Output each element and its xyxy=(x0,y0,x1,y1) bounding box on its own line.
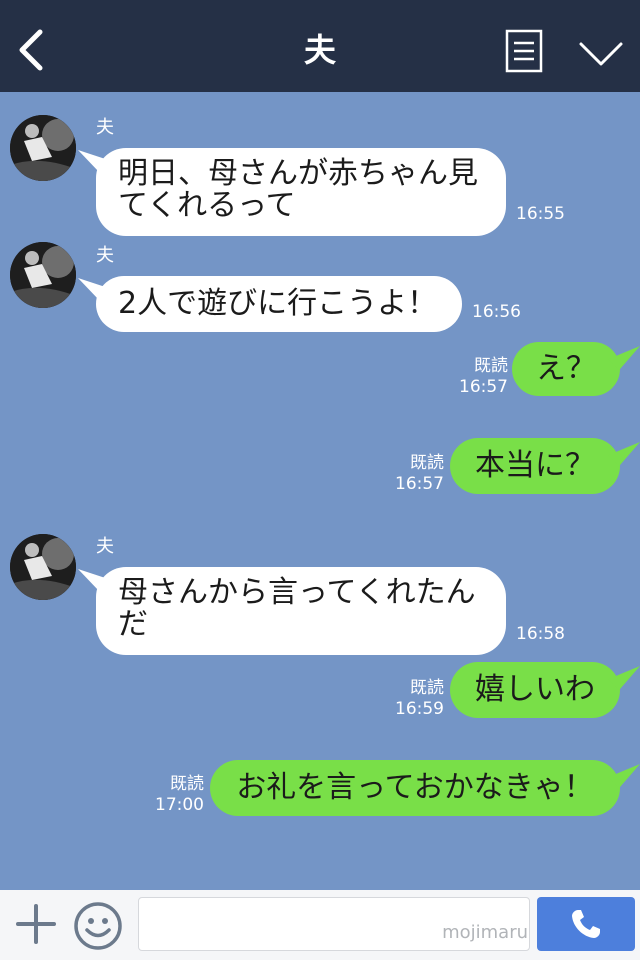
message-line: だ xyxy=(118,607,148,642)
avatar-photo-icon xyxy=(10,115,76,181)
sent-message-bubble[interactable]: お礼を言っておかなきゃ！ xyxy=(210,760,620,816)
chevron-down-icon[interactable] xyxy=(578,38,624,68)
read-receipt: 既読 16:57 xyxy=(448,356,508,398)
read-label: 既読 xyxy=(474,356,508,376)
message-time: 16:55 xyxy=(516,204,565,224)
smiley-icon[interactable] xyxy=(72,900,124,952)
message-time: 16:59 xyxy=(395,699,444,719)
message-text: 嬉しいわ xyxy=(475,672,595,707)
call-button[interactable] xyxy=(537,897,635,951)
received-message-bubble[interactable]: 2人で遊びに行こうよ！ xyxy=(96,276,462,332)
read-label: 既読 xyxy=(170,774,204,794)
sent-message-bubble[interactable]: え？ xyxy=(512,342,620,396)
read-receipt: 既読 17:00 xyxy=(140,774,204,816)
message-line: てくれるって xyxy=(118,188,296,223)
chat-title: 夫 xyxy=(303,31,336,69)
message-line: 2人で遊びに行こうよ！ xyxy=(118,286,438,321)
plus-icon[interactable] xyxy=(14,902,58,946)
sender-name: 夫 xyxy=(96,245,114,266)
watermark-text: mojimaru xyxy=(442,922,528,943)
message-time: 16:58 xyxy=(516,624,565,644)
sent-message-bubble[interactable]: 本当に？ xyxy=(450,438,620,494)
avatar[interactable] xyxy=(10,115,76,181)
message-text: お礼を言っておかなきゃ！ xyxy=(236,770,594,805)
message-text: え？ xyxy=(536,351,596,386)
message-time: 16:56 xyxy=(472,302,521,322)
read-receipt: 既読 16:59 xyxy=(380,678,444,720)
notes-icon[interactable] xyxy=(504,29,544,73)
read-receipt: 既読 16:57 xyxy=(380,453,444,495)
sent-message-bubble[interactable]: 嬉しいわ xyxy=(450,662,620,718)
message-time: 17:00 xyxy=(155,795,204,815)
avatar[interactable] xyxy=(10,534,76,600)
message-time: 16:57 xyxy=(395,474,444,494)
received-message-bubble[interactable]: 明日、母さんが赤ちゃん見 てくれるって xyxy=(96,148,506,236)
read-label: 既読 xyxy=(410,678,444,698)
phone-icon xyxy=(572,910,600,938)
message-list[interactable]: 夫 明日、母さんが赤ちゃん見 てくれるって 16:55 夫 2人で遊びに行こうよ… xyxy=(0,92,640,890)
read-label: 既読 xyxy=(410,453,444,473)
message-line: 明日、母さんが赤ちゃん見 xyxy=(118,156,478,191)
message-line: 母さんから言ってくれたん xyxy=(118,575,476,610)
avatar-photo-icon xyxy=(10,242,76,308)
chat-header: 夫 xyxy=(0,0,640,92)
message-text: 本当に？ xyxy=(475,448,595,483)
sender-name: 夫 xyxy=(96,536,114,557)
avatar[interactable] xyxy=(10,242,76,308)
sender-name: 夫 xyxy=(96,117,114,138)
received-message-bubble[interactable]: 母さんから言ってくれたん だ xyxy=(96,567,506,655)
message-time: 16:57 xyxy=(459,377,508,397)
avatar-photo-icon xyxy=(10,534,76,600)
